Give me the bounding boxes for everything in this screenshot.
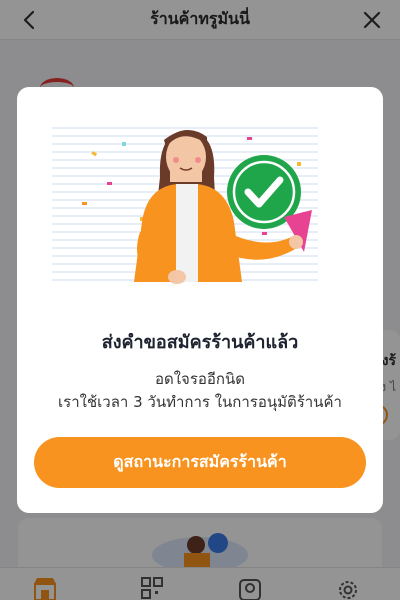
view-application-status-button[interactable]: ดูสถานะการสมัครร้านค้า (34, 437, 366, 488)
success-dialog: ส่งคำขอสมัครร้านค้าแล้ว อดใจรออีกนิด เรา… (17, 87, 383, 513)
dialog-subtitle-line2: เราใช้เวลา 3 วันทำการ ในการอนุมัติร้านค้… (58, 393, 342, 411)
celebration-illustration (52, 127, 318, 284)
dialog-title: ส่งคำขอสมัครร้านค้าแล้ว (101, 332, 299, 353)
dialog-subtitle-line1: อดใจรออีกนิด (154, 370, 245, 388)
